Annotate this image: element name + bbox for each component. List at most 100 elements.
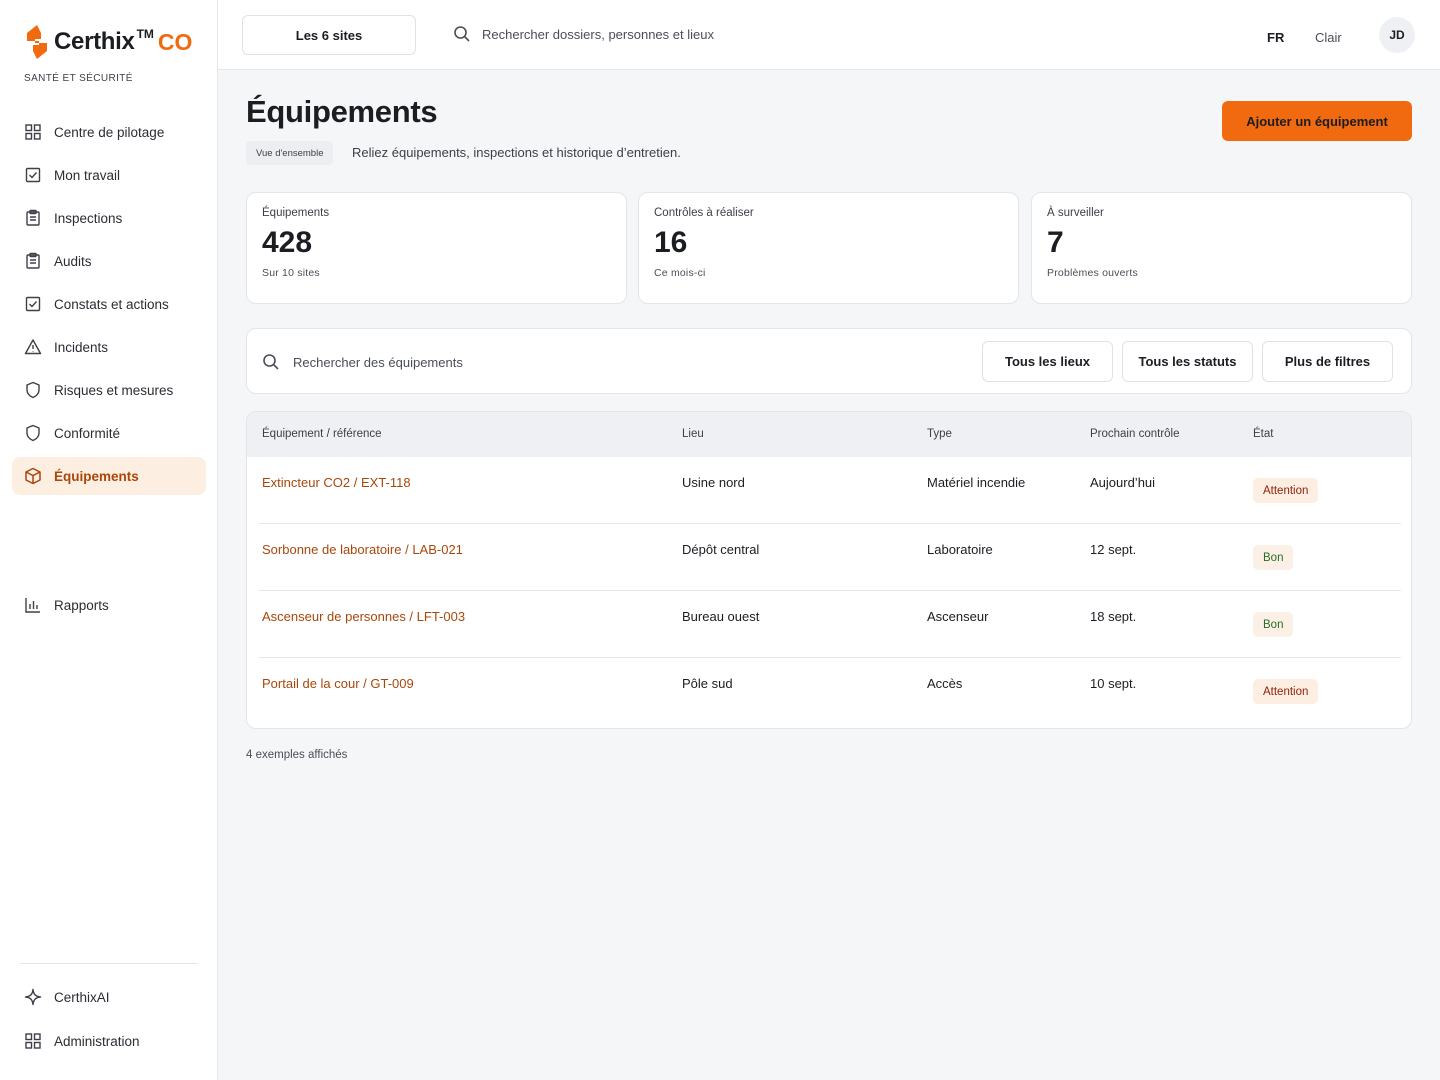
add-equipment-button[interactable]: Ajouter un équipement	[1222, 101, 1412, 141]
sidebar-item-label: Risques et mesures	[54, 382, 174, 398]
table-row[interactable]: Extincteur CO2 / EXT-118 Usine nord Maté…	[259, 457, 1401, 524]
cell-type: Matériel incendie	[927, 475, 1026, 490]
shield-icon	[24, 424, 42, 442]
stat-card-controles: Contrôles à réaliser 16 Ce mois-ci	[638, 192, 1019, 304]
sparkle-icon	[24, 988, 42, 1006]
checkbox-icon	[24, 166, 42, 184]
sidebar-item-mon-travail[interactable]: Mon travail	[12, 156, 206, 194]
filter-status-button[interactable]: Tous les statuts	[1122, 341, 1253, 382]
equipment-link[interactable]: Portail de la cour / GT-009	[262, 676, 414, 691]
sidebar-item-label: Rapports	[54, 597, 109, 613]
sidebar-item-audits[interactable]: Audits	[12, 242, 206, 280]
more-filters-button[interactable]: Plus de filtres	[1262, 341, 1393, 382]
equipment-search	[261, 352, 693, 372]
column-header-equipement[interactable]: Équipement / référence	[262, 428, 382, 440]
equipment-link[interactable]: Extincteur CO2 / EXT-118	[262, 475, 411, 490]
status-badge: Bon	[1253, 612, 1294, 637]
table-row[interactable]: Ascenseur de personnes / LFT-003 Bureau …	[259, 591, 1401, 658]
stat-sub: Problèmes ouverts	[1047, 267, 1138, 279]
clipboard-icon	[24, 209, 42, 227]
brand-suffix: CO	[157, 28, 193, 55]
theme-toggle[interactable]: Clair	[1315, 30, 1342, 45]
status-badge: Bon	[1253, 545, 1294, 570]
stat-sub: Sur 10 sites	[262, 267, 320, 279]
bar-chart-icon	[24, 596, 42, 614]
stat-value: 16	[654, 226, 688, 259]
avatar[interactable]: JD	[1379, 17, 1415, 53]
status-badge: Attention	[1253, 679, 1319, 704]
site-selector-button[interactable]: Les 6 sites	[242, 15, 416, 55]
stat-value: 428	[262, 226, 313, 259]
sidebar-item-label: Administration	[54, 1033, 140, 1049]
cell-next-check: 12 sept.	[1090, 542, 1137, 557]
language-selector[interactable]: FR	[1267, 30, 1284, 45]
column-header-etat[interactable]: État	[1253, 428, 1273, 440]
sidebar-item-equipements[interactable]: Équipements	[12, 457, 206, 495]
cell-location: Usine nord	[682, 475, 745, 490]
sidebar-item-label: Constats et actions	[54, 296, 169, 312]
search-icon	[261, 352, 281, 372]
cell-type: Ascenseur	[927, 609, 989, 624]
sidebar-item-conformite[interactable]: Conformité	[12, 414, 206, 452]
stat-label: Contrôles à réaliser	[654, 207, 754, 219]
results-count: 4 exemples affichés	[246, 749, 348, 761]
clipboard-icon	[24, 252, 42, 270]
cube-icon	[24, 467, 42, 485]
global-search	[452, 24, 822, 44]
stat-label: Équipements	[262, 207, 330, 219]
sidebar-item-inspections[interactable]: Inspections	[12, 199, 206, 237]
equipment-link[interactable]: Ascenseur de personnes / LFT-003	[262, 609, 465, 624]
grid-icon	[24, 1032, 42, 1050]
brand-logo[interactable]: Certhix TM CO	[24, 24, 192, 60]
sidebar-item-constats-et-actions[interactable]: Constats et actions	[12, 285, 206, 323]
equipment-link[interactable]: Sorbonne de laboratoire / LAB-021	[262, 542, 463, 557]
stat-label: À surveiller	[1047, 207, 1104, 219]
sidebar-item-label: Mon travail	[54, 167, 121, 183]
sidebar-divider	[20, 963, 198, 964]
sidebar-item-label: Inspections	[54, 210, 123, 226]
global-search-input[interactable]	[482, 26, 822, 42]
checkbox-icon	[24, 295, 42, 313]
search-icon	[452, 24, 472, 44]
filter-locations-button[interactable]: Tous les lieux	[982, 341, 1113, 382]
sidebar-nav: Centre de pilotage Mon travail Inspectio…	[12, 113, 206, 500]
sidebar-item-label: Audits	[54, 253, 92, 269]
equipment-search-input[interactable]	[293, 354, 693, 370]
stat-card-a-surveiller: À surveiller 7 Problèmes ouverts	[1031, 192, 1412, 304]
column-header-prochain-controle[interactable]: Prochain contrôle	[1090, 428, 1180, 440]
filter-bar: Tous les lieux Tous les statuts Plus de …	[246, 328, 1412, 394]
table-row[interactable]: Sorbonne de laboratoire / LAB-021 Dépôt …	[259, 524, 1401, 591]
shield-icon	[24, 381, 42, 399]
logo-mark-icon	[27, 25, 47, 59]
cell-type: Laboratoire	[927, 542, 993, 557]
sidebar-item-risques-et-mesures[interactable]: Risques et mesures	[12, 371, 206, 409]
equipment-table: Équipement / référence Lieu Type Prochai…	[246, 411, 1412, 729]
sidebar-item-certhixai[interactable]: CerthixAI	[12, 978, 206, 1016]
column-header-lieu[interactable]: Lieu	[682, 428, 704, 440]
cell-location: Dépôt central	[682, 542, 760, 557]
sidebar-item-label: CerthixAI	[54, 989, 110, 1005]
column-header-type[interactable]: Type	[927, 428, 952, 440]
table-row[interactable]: Portail de la cour / GT-009 Pôle sud Acc…	[259, 658, 1401, 725]
stat-value: 7	[1047, 226, 1064, 259]
cell-next-check: Aujourd’hui	[1090, 475, 1156, 490]
table-header: Équipement / référence Lieu Type Prochai…	[247, 412, 1411, 457]
brand-name: Certhix	[54, 28, 135, 55]
cell-location: Pôle sud	[682, 676, 733, 691]
status-badge: Attention	[1253, 478, 1319, 503]
sidebar: Certhix TM CO SANTÉ ET SÉCURITÉ Centre d…	[0, 0, 218, 1080]
page-subtitle: Reliez équipements, inspections et histo…	[352, 145, 681, 160]
cell-type: Accès	[927, 676, 963, 691]
page-title: Équipements	[246, 94, 438, 129]
warning-triangle-icon	[24, 338, 42, 356]
sidebar-item-label: Centre de pilotage	[54, 124, 165, 140]
sidebar-item-incidents[interactable]: Incidents	[12, 328, 206, 366]
sidebar-item-administration[interactable]: Administration	[12, 1022, 206, 1060]
sidebar-item-rapports[interactable]: Rapports	[12, 586, 206, 624]
sidebar-item-label: Équipements	[54, 468, 139, 484]
stat-card-equipements: Équipements 428 Sur 10 sites	[246, 192, 627, 304]
sidebar-item-centre-de-pilotage[interactable]: Centre de pilotage	[12, 113, 206, 151]
brand-trademark: TM	[136, 27, 154, 41]
topbar: Les 6 sites FR Clair JD	[218, 0, 1440, 70]
cell-location: Bureau ouest	[682, 609, 760, 624]
